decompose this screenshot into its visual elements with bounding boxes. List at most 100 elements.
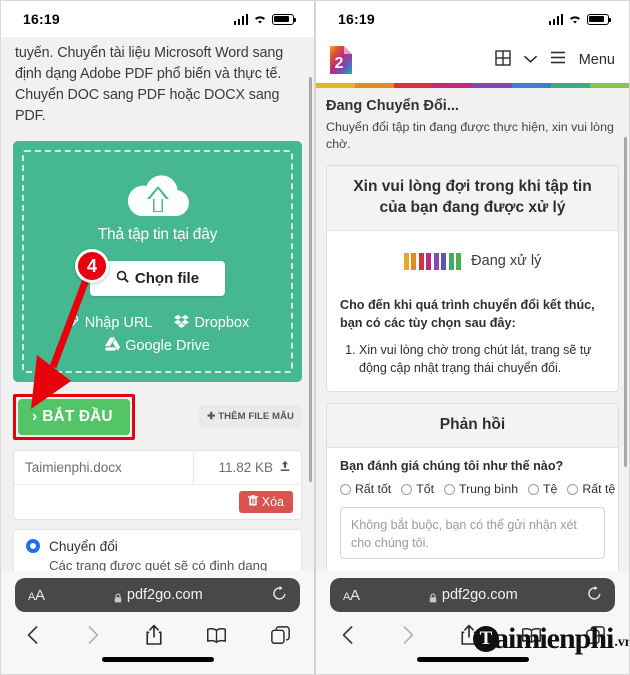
home-indicator (101, 657, 214, 662)
import-url-label: Nhập URL (84, 314, 153, 331)
choose-file-label: Chọn file (134, 269, 200, 287)
back-button[interactable] (25, 625, 41, 645)
forward-button[interactable] (85, 625, 101, 645)
google-drive-link[interactable]: Google Drive (105, 337, 210, 355)
rating-option[interactable]: Tốt (401, 482, 434, 496)
wait-panel-body: Đang xử lý Cho đến khi quá trình chuyển … (327, 231, 618, 392)
converting-subtitle: Chuyển đổi tập tin đang được thực hiện, … (326, 120, 614, 152)
rainbow-segment (394, 83, 434, 88)
rating-option[interactable]: Rất tệ (567, 482, 615, 496)
choose-file-button[interactable]: Chọn file (89, 260, 226, 296)
url-display-right[interactable]: pdf2go.com (360, 587, 587, 603)
import-url-link[interactable]: Nhập URL (66, 314, 153, 332)
cellular-bars-icon (548, 13, 563, 25)
reload-icon[interactable] (587, 585, 602, 605)
dropbox-link[interactable]: Dropbox (174, 314, 249, 332)
status-bar-right: 16:19 (316, 1, 629, 37)
text-size-button[interactable]: AA (343, 587, 360, 604)
rating-radio[interactable] (401, 483, 413, 495)
delete-file-label: Xóa (261, 494, 284, 509)
safari-bottom-bar-left: AA pdf2go.com (1, 571, 314, 674)
source-links-row-1: Nhập URL Dropbox (34, 314, 281, 332)
file-name: Taimienphi.docx (25, 459, 122, 475)
add-sample-file-button[interactable]: ✚ THÊM FILE MẪU (199, 405, 302, 429)
battery-icon (272, 13, 297, 25)
text-size-button[interactable]: AA (28, 587, 45, 604)
dropzone-card[interactable]: Thả tập tin tại đây Chọn file Nhập URL D… (13, 140, 302, 382)
conversion-section: Đang Chuyển Đổi... Chuyển đổi tập tin đa… (316, 88, 629, 575)
add-sample-file-label: THÊM FILE MẪU (218, 411, 294, 423)
address-bar[interactable]: AA pdf2go.com (15, 578, 300, 612)
rating-option[interactable]: Rất tốt (340, 482, 391, 496)
dropbox-icon (174, 314, 190, 332)
intro-paragraph: tuyến. Chuyển tài liệu Microsoft Word sa… (15, 45, 284, 125)
dropzone-dashed-area[interactable]: Thả tập tin tại đây Chọn file Nhập URL D… (22, 149, 293, 373)
processing-row: Đang xử lý (340, 247, 605, 296)
status-icons-right (548, 13, 612, 25)
loading-bar-segment (418, 252, 424, 270)
safari-toolbar (1, 612, 314, 646)
rainbow-segment (316, 83, 356, 88)
hamburger-icon[interactable] (550, 51, 566, 69)
note-text: Cho đến khi quá trình chuyển đổi kết thú… (340, 297, 595, 330)
page-scrollbar[interactable] (309, 77, 312, 482)
trash-icon (247, 494, 258, 509)
back-button[interactable] (340, 625, 356, 645)
forward-button[interactable] (400, 625, 416, 645)
rating-label: Rất tốt (355, 482, 392, 497)
chevron-right-icon: › (32, 407, 38, 425)
loading-bar-segment (448, 252, 454, 270)
dropzone-label: Thả tập tin tại đây (97, 225, 218, 243)
option-convert-title: Chuyển đổi (49, 538, 118, 554)
action-row: › BẮT ĐẦU ✚ THÊM FILE MẪU (13, 393, 302, 440)
dropbox-label: Dropbox (194, 314, 250, 331)
left-phone-screen: 16:19 tuyến. Chuyển tài liệu Microsoft W… (0, 0, 315, 675)
converting-title: Đang Chuyển Đổi... (326, 98, 459, 114)
delete-file-button[interactable]: Xóa (238, 490, 293, 513)
status-time-right: 16:19 (338, 11, 375, 27)
feedback-comment-input[interactable]: Không bắt buộc, bạn có thể gửi nhận xét … (340, 507, 605, 560)
menu-button[interactable]: Menu (579, 52, 615, 68)
tabs-button[interactable] (271, 625, 290, 645)
start-button-wrapper: › BẮT ĐẦU (13, 393, 135, 440)
address-bar-right[interactable]: AA pdf2go.com (330, 578, 615, 612)
rainbow-segment (511, 83, 551, 88)
search-icon (116, 270, 129, 287)
share-button[interactable] (460, 624, 478, 646)
rating-label: Rất tệ (582, 482, 616, 497)
loading-bar-segment (426, 252, 432, 270)
start-button[interactable]: › BẮT ĐẦU (18, 398, 130, 435)
file-card: Taimienphi.docx 11.82 KB Xóa (13, 449, 302, 520)
feedback-heading: Phản hồi (327, 404, 618, 449)
page-scrollbar-right[interactable] (624, 137, 627, 467)
feedback-rating-options: Rất tốt Tốt Trung bình Tệ Rất tệ (340, 482, 615, 496)
grid-icon[interactable] (495, 49, 511, 71)
url-display[interactable]: pdf2go.com (45, 587, 272, 603)
feedback-question: Bạn đánh giá chúng tôi như thế nào? (340, 459, 564, 474)
lock-icon (429, 590, 437, 603)
radio-convert[interactable] (26, 539, 40, 554)
rating-radio[interactable] (567, 483, 579, 495)
tabs-button[interactable] (586, 625, 605, 645)
rating-option[interactable]: Tệ (528, 482, 557, 496)
share-button[interactable] (145, 624, 163, 646)
right-webpage-content: 2 Menu Đang Chuyển Đổi... Chuyển đổi tập… (316, 37, 629, 609)
rating-radio[interactable] (444, 483, 456, 495)
bookmarks-button[interactable] (206, 627, 227, 644)
rating-label: Tốt (416, 482, 435, 497)
rating-label: Trung bình (459, 482, 519, 497)
chevron-down-icon[interactable] (523, 51, 537, 69)
upload-icon[interactable] (279, 460, 291, 475)
rainbow-segment (433, 83, 473, 88)
rainbow-segment (550, 83, 590, 88)
rating-option[interactable]: Trung bình (444, 482, 518, 496)
reload-icon[interactable] (272, 585, 287, 605)
loading-bar-segment (441, 252, 447, 270)
pdf2go-logo-icon[interactable]: 2 (328, 45, 354, 75)
rainbow-divider (316, 83, 629, 88)
bookmarks-button[interactable] (521, 627, 542, 644)
rainbow-segment (355, 83, 395, 88)
option-convert-head: Chuyển đổi (26, 539, 289, 554)
rating-radio[interactable] (340, 483, 351, 495)
rating-radio[interactable] (528, 483, 540, 495)
